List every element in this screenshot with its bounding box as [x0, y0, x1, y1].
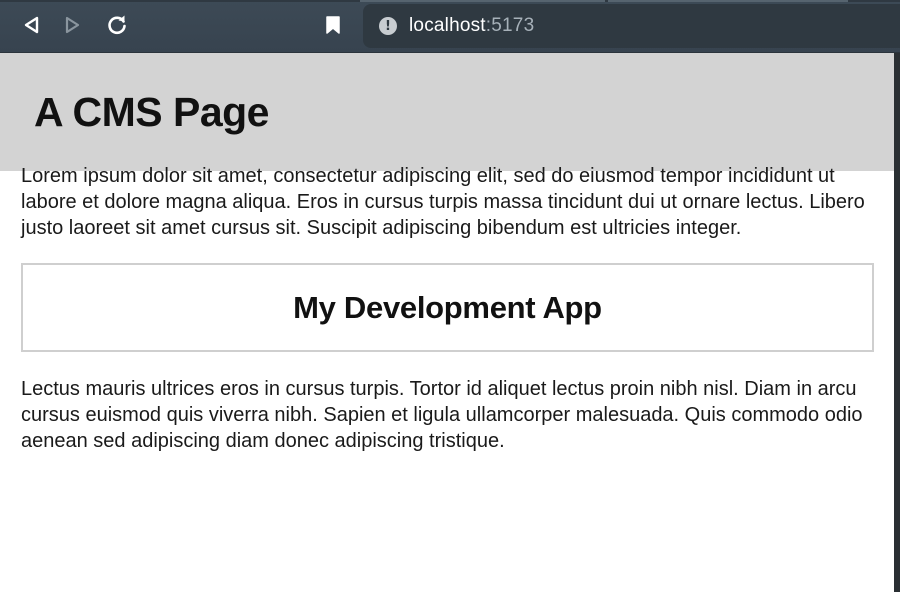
app-container: My Development App: [21, 263, 874, 352]
reload-icon: [108, 15, 126, 35]
app-title: My Development App: [293, 289, 602, 325]
bookmark-icon: [326, 16, 340, 34]
url-host: localhost: [409, 15, 486, 36]
intro-paragraph: Lorem ipsum dolor sit amet, consectetur …: [21, 165, 865, 239]
site-info-icon[interactable]: !: [379, 17, 397, 35]
url-port: :5173: [485, 15, 535, 36]
url-text[interactable]: localhost:5173: [409, 15, 534, 37]
back-button[interactable]: [18, 12, 44, 38]
tab-indicator: [608, 0, 848, 2]
main-content: Lorem ipsum dolor sit amet, consectetur …: [21, 163, 874, 454]
reload-button[interactable]: [104, 12, 130, 38]
bookmark-button[interactable]: [320, 12, 346, 38]
site-header: A CMS Page: [0, 53, 894, 171]
forward-button[interactable]: [60, 12, 86, 38]
window-edge: [894, 53, 900, 592]
tab-indicator: [360, 0, 605, 2]
tab-strip: [0, 0, 900, 2]
body-paragraph: Lectus mauris ultrices eros in cursus tu…: [21, 378, 863, 452]
back-icon: [24, 16, 39, 34]
browser-toolbar: ! localhost:5173: [0, 0, 900, 53]
address-bar[interactable]: ! localhost:5173: [363, 4, 900, 48]
forward-icon: [65, 16, 80, 34]
page-title: A CMS Page: [34, 89, 269, 135]
